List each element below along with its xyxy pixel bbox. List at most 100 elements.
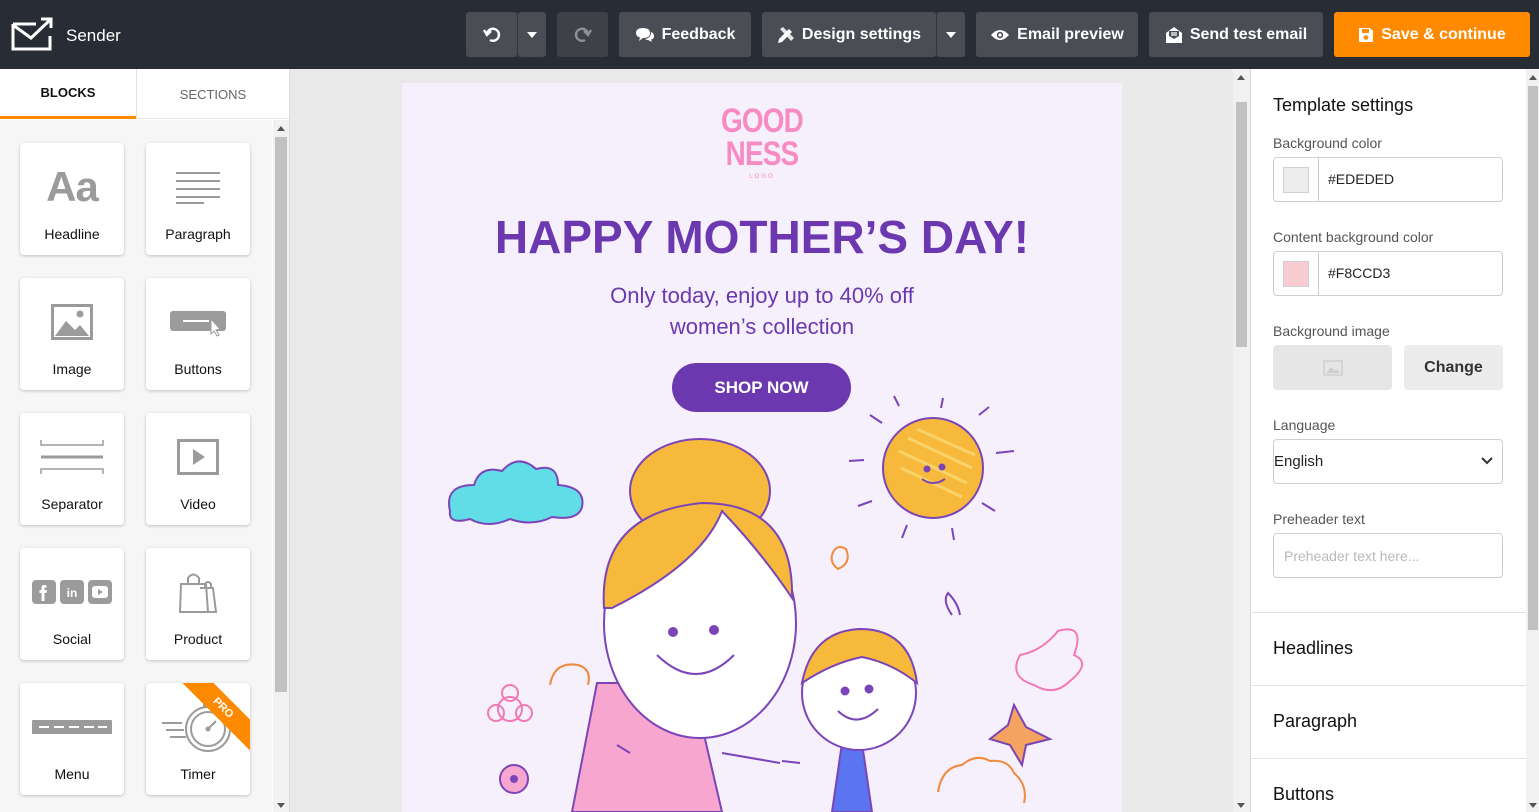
preheader-label: Preheader text [1273, 511, 1365, 527]
block-paragraph[interactable]: Paragraph [146, 143, 250, 255]
scrollbar-thumb[interactable] [275, 137, 287, 692]
paragraph-icon [176, 172, 220, 204]
social-icon: in [32, 580, 112, 604]
feedback-label: Feedback [661, 25, 736, 43]
scroll-down-arrow-icon[interactable] [1237, 803, 1245, 808]
eye-icon [991, 29, 1010, 40]
language-select[interactable]: English [1273, 439, 1503, 484]
block-product[interactable]: Product [146, 548, 250, 660]
video-icon [177, 439, 219, 475]
scroll-up-arrow-icon[interactable] [1237, 75, 1245, 80]
block-label: Timer [180, 766, 216, 782]
block-social[interactable]: in Social [20, 548, 124, 660]
background-color-swatch[interactable] [1283, 167, 1309, 193]
block-label: Headline [44, 226, 100, 242]
image-icon [51, 304, 93, 340]
tab-blocks[interactable]: BLOCKS [0, 69, 136, 119]
content-background-color-value[interactable]: #F8CCD3 [1328, 265, 1390, 281]
email-subtext[interactable]: Only today, enjoy up to 40% off women’s … [402, 280, 1122, 342]
content-background-color-field[interactable]: #F8CCD3 [1273, 251, 1503, 296]
svg-text:in: in [67, 586, 78, 600]
block-label: Video [180, 496, 216, 512]
language-label: Language [1273, 417, 1336, 433]
panel-tabs: BLOCKS SECTIONS [0, 69, 289, 119]
blocks-grid: Aa Headline Paragraph Image Buttons Sepa… [0, 120, 272, 812]
envelope-open-icon [1165, 26, 1182, 43]
pencil-ruler-icon [777, 26, 794, 43]
floppy-disk-icon [1359, 27, 1374, 42]
email-canvas[interactable]: GOOD NESS LOGO HAPPY MOTHER’S DAY! Only … [402, 83, 1122, 812]
headline-glyph: Aa [46, 163, 99, 210]
caret-down-icon [527, 31, 537, 38]
content-background-color-swatch[interactable] [1283, 261, 1309, 287]
send-test-email-label: Send test email [1189, 25, 1308, 43]
blocks-scrollbar[interactable] [273, 120, 289, 812]
background-image-preview[interactable] [1273, 345, 1392, 390]
section-paragraph-label: Paragraph [1273, 711, 1358, 731]
block-menu[interactable]: Menu [20, 683, 124, 795]
section-buttons[interactable]: Buttons [1251, 758, 1526, 812]
save-continue-button[interactable]: Save & continue [1334, 12, 1530, 57]
image-placeholder-icon [1322, 359, 1343, 376]
scroll-down-arrow-icon[interactable] [1529, 803, 1537, 808]
design-settings-button[interactable]: Design settings [762, 12, 936, 57]
scroll-up-arrow-icon[interactable] [277, 126, 285, 131]
block-headline[interactable]: Aa Headline [20, 143, 124, 255]
background-color-value[interactable]: #EDEDED [1328, 171, 1394, 187]
tab-sections[interactable]: SECTIONS [136, 69, 289, 119]
separator-icon [40, 440, 104, 474]
scroll-down-arrow-icon[interactable] [277, 803, 285, 808]
language-value-text: English [1274, 453, 1324, 470]
email-preview-label: Email preview [1017, 25, 1124, 43]
subtext-line-1: Only today, enjoy up to 40% off [610, 283, 914, 308]
shop-now-button[interactable]: SHOP NOW [672, 363, 851, 412]
background-color-field[interactable]: #EDEDED [1273, 157, 1503, 202]
block-video[interactable]: Video [146, 413, 250, 525]
scroll-up-arrow-icon[interactable] [1529, 75, 1537, 80]
headline-icon: Aa [20, 163, 124, 211]
preheader-input[interactable] [1273, 533, 1503, 578]
section-headlines[interactable]: Headlines [1251, 612, 1526, 685]
email-headline[interactable]: HAPPY MOTHER’S DAY! [402, 210, 1122, 264]
block-timer[interactable]: PRO Timer [146, 683, 250, 795]
field-divider [1318, 158, 1319, 201]
design-settings-dropdown[interactable] [937, 12, 965, 57]
feedback-button[interactable]: Feedback [619, 12, 751, 57]
chevron-down-icon [1481, 457, 1493, 465]
section-paragraph[interactable]: Paragraph [1251, 685, 1526, 758]
button-icon [170, 311, 226, 337]
block-label: Separator [41, 496, 103, 512]
block-label: Paragraph [165, 226, 231, 242]
scrollbar-thumb[interactable] [1236, 102, 1247, 347]
redo-button[interactable] [557, 12, 608, 57]
brand-line-1: GOOD [721, 102, 804, 140]
block-separator[interactable]: Separator [20, 413, 124, 525]
brand-subtext: LOGO [749, 174, 775, 180]
sun-drawing [848, 395, 1015, 541]
template-settings-title: Template settings [1273, 95, 1414, 115]
template-settings-panel: Template settings Background color #EDED… [1250, 69, 1539, 812]
send-test-email-button[interactable]: Send test email [1149, 12, 1323, 57]
block-label: Buttons [174, 361, 222, 377]
block-label: Social [52, 631, 92, 647]
chat-bubbles-icon [635, 27, 654, 42]
shopping-bag-icon [178, 573, 218, 613]
section-buttons-label: Buttons [1273, 784, 1335, 804]
scrollbar-thumb[interactable] [1528, 86, 1538, 630]
mothers-day-illustration[interactable] [402, 393, 1122, 812]
brand-logo[interactable]: GOOD NESS [467, 102, 1057, 173]
app-logo[interactable]: Sender [10, 16, 121, 52]
brand-line-2: NESS [725, 135, 799, 173]
change-background-image-button[interactable]: Change [1404, 345, 1503, 390]
block-buttons[interactable]: Buttons [146, 278, 250, 390]
block-image[interactable]: Image [20, 278, 124, 390]
settings-scrollbar[interactable] [1526, 69, 1539, 812]
email-preview-button[interactable]: Email preview [976, 12, 1138, 57]
background-color-label: Background color [1273, 135, 1382, 151]
background-image-label: Background image [1273, 323, 1390, 339]
canvas-scrollbar[interactable] [1233, 69, 1250, 812]
undo-history-dropdown[interactable] [518, 12, 546, 57]
child-drawing [781, 627, 919, 812]
undo-button[interactable] [466, 12, 517, 57]
envelope-logo-icon [11, 17, 53, 51]
